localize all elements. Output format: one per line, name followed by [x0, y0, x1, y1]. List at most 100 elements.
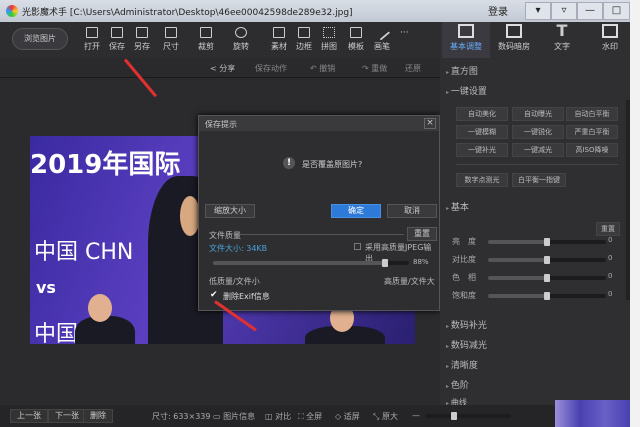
dialog-question: 是否覆盖原图片?	[302, 160, 363, 169]
resize-button[interactable]: 缩放大小	[205, 204, 255, 218]
quality-slider[interactable]	[213, 259, 409, 267]
adjust-slider[interactable]	[488, 274, 606, 282]
redo-label: 重做	[371, 64, 388, 73]
delete-button[interactable]: 删除	[83, 409, 113, 423]
menu-button[interactable]: ▿	[551, 2, 577, 20]
more-tools-button[interactable]: ···	[400, 28, 409, 38]
material-icon	[273, 27, 285, 38]
panel-scrollbar[interactable]	[626, 100, 630, 300]
tool-label: 拼图	[321, 42, 337, 51]
image-size: 尺寸: 633×339	[152, 412, 211, 421]
tool-label: 旋转	[233, 42, 249, 51]
quality-reset-button[interactable]: 重置	[407, 227, 437, 241]
tool-border[interactable]: 边框	[291, 27, 317, 52]
image-info-button[interactable]: ▭ 图片信息	[213, 411, 255, 422]
section-basic[interactable]: 基本	[446, 200, 469, 213]
slider-value: 0	[608, 290, 613, 298]
tool-size[interactable]: 尺寸	[158, 27, 184, 52]
next-button[interactable]: 下一张	[48, 409, 86, 423]
tab-watermark[interactable]: 水印	[587, 24, 633, 52]
redo-button[interactable]: ↷ 重做	[362, 63, 387, 74]
tool-label: 尺寸	[163, 42, 179, 51]
undo-button[interactable]: ↶ 撤销	[310, 63, 335, 74]
tool-brush[interactable]: 画笔	[369, 24, 395, 52]
tool-open[interactable]: 打开	[79, 27, 105, 52]
skin-button[interactable]: ▾	[525, 2, 551, 20]
slider-handle[interactable]	[544, 274, 550, 282]
login-button[interactable]: 登录	[488, 3, 508, 18]
tool-template[interactable]: 模板	[343, 27, 369, 52]
tool-label: 保存	[109, 42, 125, 51]
tool-crop[interactable]: 裁剪	[193, 27, 219, 52]
adjust-slider[interactable]	[488, 256, 606, 264]
auto-exposure-button[interactable]: 自动曝光	[512, 107, 564, 121]
exif-label: 删除Exif信息	[223, 292, 270, 301]
section-clarity[interactable]: 清晰度	[446, 358, 478, 371]
section-histogram[interactable]: 直方图	[446, 64, 478, 77]
tool-save-as[interactable]: 另存	[129, 27, 155, 52]
fit-screen-button[interactable]: ◇ 适屏	[335, 411, 360, 422]
save-action-button[interactable]: 保存动作	[255, 63, 287, 74]
auto-white-balance-button[interactable]: 自动白平衡	[566, 107, 618, 121]
low-quality-label: 低质量/文件小	[209, 277, 260, 286]
label: 图片信息	[223, 412, 256, 421]
reduce-light-button[interactable]: 一键减光	[512, 143, 564, 157]
slider-value: 0	[608, 254, 613, 262]
slider-handle[interactable]	[451, 412, 457, 420]
sharpen-button[interactable]: 一键锐化	[512, 125, 564, 139]
tool-label: 画笔	[374, 42, 390, 51]
tool-rotate[interactable]: 旋转	[228, 27, 254, 52]
cancel-button[interactable]: 取消	[387, 204, 437, 218]
fill-light-button[interactable]: 一键补光	[456, 143, 508, 157]
ok-button[interactable]: 确定	[331, 204, 381, 218]
dialog-title: 保存提示	[199, 116, 439, 131]
share-label: 分享	[219, 64, 236, 73]
close-icon[interactable]: ×	[424, 118, 436, 129]
slider-handle[interactable]	[382, 259, 389, 267]
tab-text[interactable]: T 文字	[539, 21, 585, 52]
exif-checkbox[interactable]: ✔	[210, 290, 218, 300]
maximize-button[interactable]: □	[603, 2, 630, 20]
adjust-slider[interactable]	[488, 292, 606, 300]
high-quality-checkbox[interactable]	[354, 243, 361, 250]
basic-reset-button[interactable]: 重置	[596, 222, 620, 236]
auto-enhance-button[interactable]: 自动美化	[456, 107, 508, 121]
zoom-out-button[interactable]: —	[412, 411, 420, 420]
photo-text: vs	[36, 278, 56, 297]
text-icon: T	[556, 21, 568, 40]
slider-handle[interactable]	[544, 256, 550, 264]
photo-text: 中国 CHN	[34, 240, 134, 265]
tab-darkroom[interactable]: 数码暗房	[491, 24, 537, 52]
slider-handle[interactable]	[544, 238, 550, 246]
spot-metering-button[interactable]: 数字点测光	[456, 173, 508, 187]
section-levels[interactable]: 色阶	[446, 378, 469, 391]
fullscreen-button[interactable]: ⛶ 全屏	[298, 411, 322, 422]
app-logo-icon	[6, 5, 18, 17]
tab-basic-adjust[interactable]: 基本调整	[443, 24, 489, 52]
zoom-slider[interactable]	[426, 412, 511, 420]
minimize-button[interactable]: —	[577, 2, 603, 20]
edit-icon	[458, 24, 474, 38]
iso-denoise-button[interactable]: 高ISO降噪	[566, 143, 618, 157]
restore-button[interactable]: 还原	[405, 63, 421, 74]
white-balance-pick-button[interactable]: 白平衡一指键	[512, 173, 566, 187]
tool-save[interactable]: 保存	[104, 27, 130, 52]
section-reduce-light[interactable]: 数码减光	[446, 338, 487, 351]
slider-label: 饱和度	[452, 291, 476, 300]
tool-collage[interactable]: 拼图	[316, 27, 342, 52]
browse-images-button[interactable]: 浏览图片	[12, 28, 68, 50]
prev-button[interactable]: 上一张	[10, 409, 48, 423]
adjust-slider[interactable]	[488, 238, 606, 246]
strict-white-balance-button[interactable]: 严重白平衡	[566, 125, 618, 139]
section-fill-light[interactable]: 数码补光	[446, 318, 487, 331]
share-button[interactable]: < 分享	[210, 63, 235, 74]
blur-button[interactable]: 一键模糊	[456, 125, 508, 139]
section-oneclick[interactable]: 一键设置	[446, 84, 487, 97]
tool-material[interactable]: 素材	[266, 27, 292, 52]
slider-handle[interactable]	[544, 292, 550, 300]
hand	[180, 196, 200, 236]
compare-button[interactable]: ◫ 对比	[265, 411, 291, 422]
slider-label: 亮 度	[452, 237, 476, 246]
actual-size-button[interactable]: ⤡ 原大	[373, 411, 398, 422]
open-icon	[86, 27, 98, 38]
